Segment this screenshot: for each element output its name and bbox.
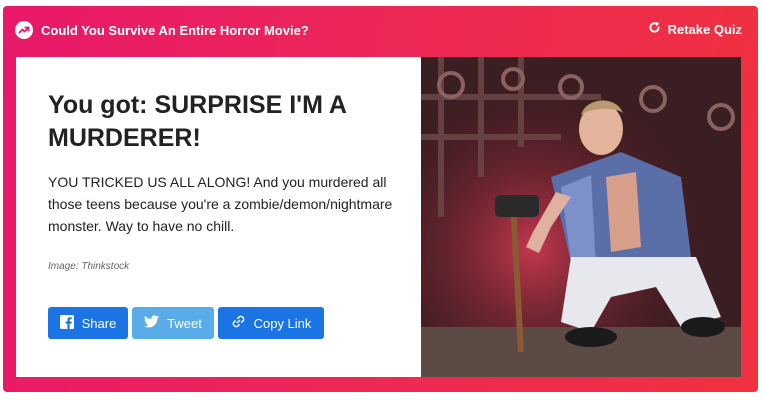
- tweet-button[interactable]: Tweet: [132, 307, 214, 339]
- quiz-title[interactable]: Could You Survive An Entire Horror Movie…: [15, 21, 309, 39]
- quiz-result-card: Could You Survive An Entire Horror Movie…: [3, 6, 758, 392]
- trending-icon: [15, 21, 33, 39]
- quiz-header: Could You Survive An Entire Horror Movie…: [3, 6, 758, 56]
- facebook-share-button[interactable]: Share: [48, 307, 128, 339]
- twitter-icon: [144, 315, 160, 331]
- retake-quiz-label: Retake Quiz: [667, 21, 742, 37]
- refresh-icon: [648, 21, 661, 37]
- image-credit: Image: Thinkstock: [48, 261, 130, 272]
- retake-quiz-button[interactable]: Retake Quiz: [648, 21, 742, 37]
- quiz-title-text: Could You Survive An Entire Horror Movie…: [41, 22, 309, 38]
- copy-link-button[interactable]: Copy Link: [218, 307, 324, 339]
- result-description: YOU TRICKED US ALL ALONG! And you murder…: [48, 174, 393, 234]
- horror-photo-illustration: [421, 57, 741, 377]
- share-label: Share: [81, 315, 117, 331]
- link-icon: [231, 314, 246, 332]
- result-image: [421, 57, 741, 377]
- result-panel: You got: SURPRISE I'M A MURDERER! YOU TR…: [16, 57, 421, 377]
- facebook-icon: [59, 314, 74, 332]
- copy-link-label: Copy Link: [253, 315, 312, 331]
- tweet-label: Tweet: [167, 315, 202, 331]
- result-title: You got: SURPRISE I'M A MURDERER!: [48, 91, 347, 152]
